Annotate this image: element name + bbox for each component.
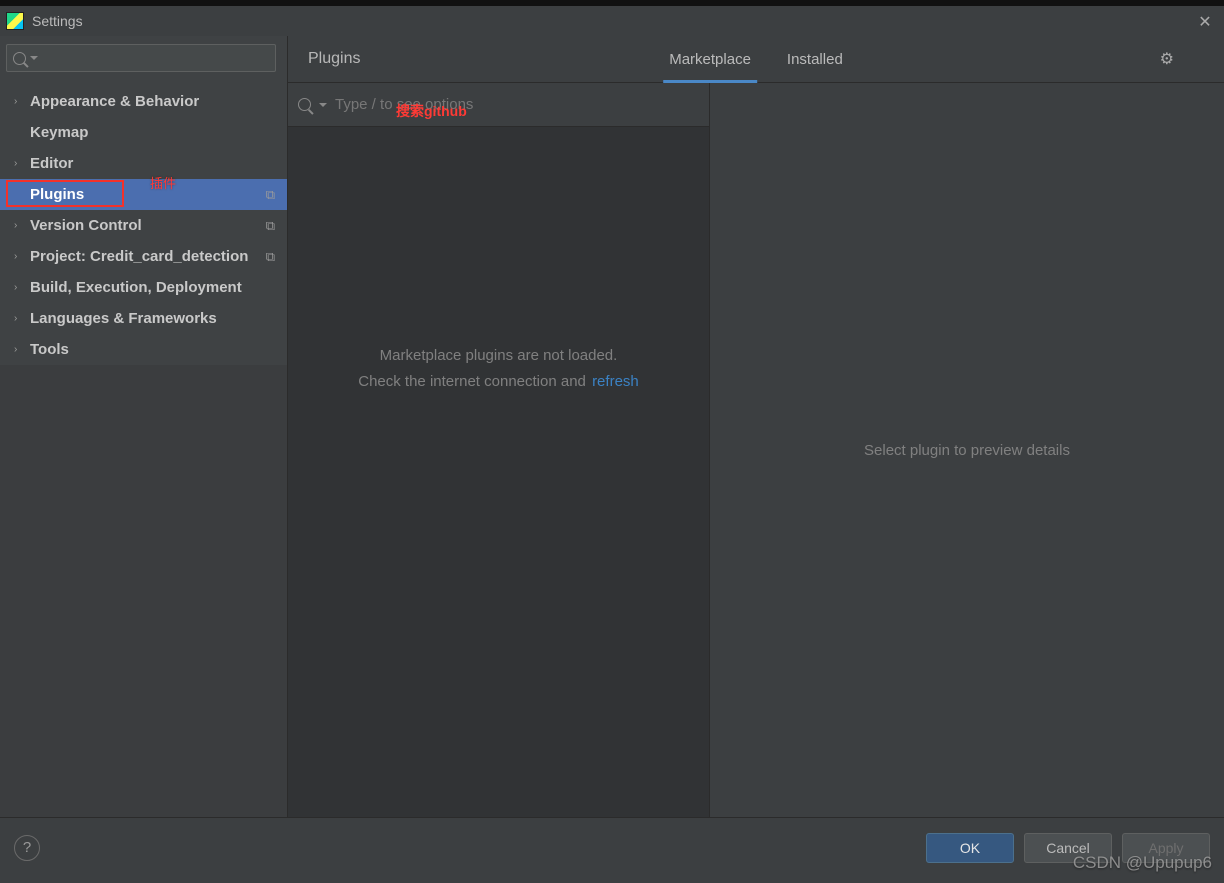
sidebar-item-tools[interactable]: › Tools bbox=[0, 334, 287, 365]
sidebar-item-label: Tools bbox=[30, 341, 69, 358]
message-line: Marketplace plugins are not loaded. bbox=[288, 343, 709, 369]
plugin-search-bar[interactable]: 搜索github bbox=[288, 83, 709, 127]
plugin-list-pane: 搜索github Marketplace plugins are not loa… bbox=[288, 83, 710, 817]
chevron-right-icon: › bbox=[14, 158, 26, 169]
tab-installed[interactable]: Installed bbox=[785, 36, 845, 82]
sidebar-item-label: Editor bbox=[30, 155, 73, 172]
chevron-right-icon: › bbox=[14, 313, 26, 324]
plugin-search-input[interactable] bbox=[335, 96, 699, 113]
chevron-down-icon[interactable] bbox=[30, 56, 38, 60]
sidebar-item-label: Build, Execution, Deployment bbox=[30, 279, 242, 296]
chevron-right-icon: › bbox=[14, 282, 26, 293]
sidebar-item-appearance[interactable]: › Appearance & Behavior bbox=[0, 86, 287, 117]
sidebar-item-label: Project: Credit_card_detection bbox=[30, 248, 248, 265]
sidebar-item-plugins[interactable]: Plugins ⧉ 插件 bbox=[0, 179, 287, 210]
sidebar-item-languages[interactable]: › Languages & Frameworks bbox=[0, 303, 287, 334]
sidebar-item-label: Plugins bbox=[30, 186, 84, 203]
sidebar-item-project[interactable]: › Project: Credit_card_detection ⧉ bbox=[0, 241, 287, 272]
apply-button[interactable]: Apply bbox=[1122, 833, 1210, 863]
tab-marketplace[interactable]: Marketplace bbox=[667, 36, 753, 82]
sidebar-item-label: Languages & Frameworks bbox=[30, 310, 217, 327]
copy-icon: ⧉ bbox=[266, 218, 275, 234]
detail-placeholder: Select plugin to preview details bbox=[864, 442, 1070, 459]
tab-label: Marketplace bbox=[669, 51, 751, 68]
chevron-right-icon: › bbox=[14, 344, 26, 355]
sidebar-item-build[interactable]: › Build, Execution, Deployment bbox=[0, 272, 287, 303]
tab-label: Installed bbox=[787, 51, 843, 68]
app-icon bbox=[6, 12, 24, 30]
settings-sidebar: › Appearance & Behavior Keymap › Editor … bbox=[0, 36, 288, 817]
sidebar-item-editor[interactable]: › Editor bbox=[0, 148, 287, 179]
sidebar-item-label: Appearance & Behavior bbox=[30, 93, 199, 110]
dialog-footer: ? OK Cancel Apply bbox=[0, 817, 1224, 877]
close-icon[interactable]: ✕ bbox=[1196, 12, 1214, 30]
search-icon bbox=[298, 98, 311, 111]
sidebar-search[interactable] bbox=[6, 44, 276, 72]
sidebar-item-version-control[interactable]: › Version Control ⧉ bbox=[0, 210, 287, 241]
window-title: Settings bbox=[32, 13, 83, 29]
gear-icon[interactable]: ⚙ bbox=[1160, 49, 1174, 69]
content-header: Plugins Marketplace Installed ⚙ bbox=[288, 36, 1224, 83]
sidebar-search-input[interactable] bbox=[42, 51, 269, 66]
marketplace-message: Marketplace plugins are not loaded. Chec… bbox=[288, 343, 709, 394]
cancel-button[interactable]: Cancel bbox=[1024, 833, 1112, 863]
help-button[interactable]: ? bbox=[14, 835, 40, 861]
sidebar-item-keymap[interactable]: Keymap bbox=[0, 117, 287, 148]
chevron-right-icon: › bbox=[14, 96, 26, 107]
content-area: Plugins Marketplace Installed ⚙ 搜索github bbox=[288, 36, 1224, 817]
refresh-link[interactable]: refresh bbox=[592, 373, 639, 390]
settings-tree: › Appearance & Behavior Keymap › Editor … bbox=[0, 80, 287, 365]
copy-icon: ⧉ bbox=[266, 249, 275, 265]
ok-button[interactable]: OK bbox=[926, 833, 1014, 863]
search-icon bbox=[13, 52, 26, 65]
plugin-detail-pane: Select plugin to preview details bbox=[710, 83, 1224, 817]
sidebar-item-label: Version Control bbox=[30, 217, 142, 234]
chevron-right-icon: › bbox=[14, 220, 26, 231]
copy-icon: ⧉ bbox=[266, 187, 275, 203]
page-title: Plugins bbox=[308, 50, 360, 68]
chevron-right-icon: › bbox=[14, 251, 26, 262]
message-line: Check the internet connection and bbox=[358, 373, 586, 390]
chevron-down-icon[interactable] bbox=[319, 103, 327, 107]
sidebar-item-label: Keymap bbox=[30, 124, 88, 141]
titlebar: Settings ✕ bbox=[0, 6, 1224, 36]
